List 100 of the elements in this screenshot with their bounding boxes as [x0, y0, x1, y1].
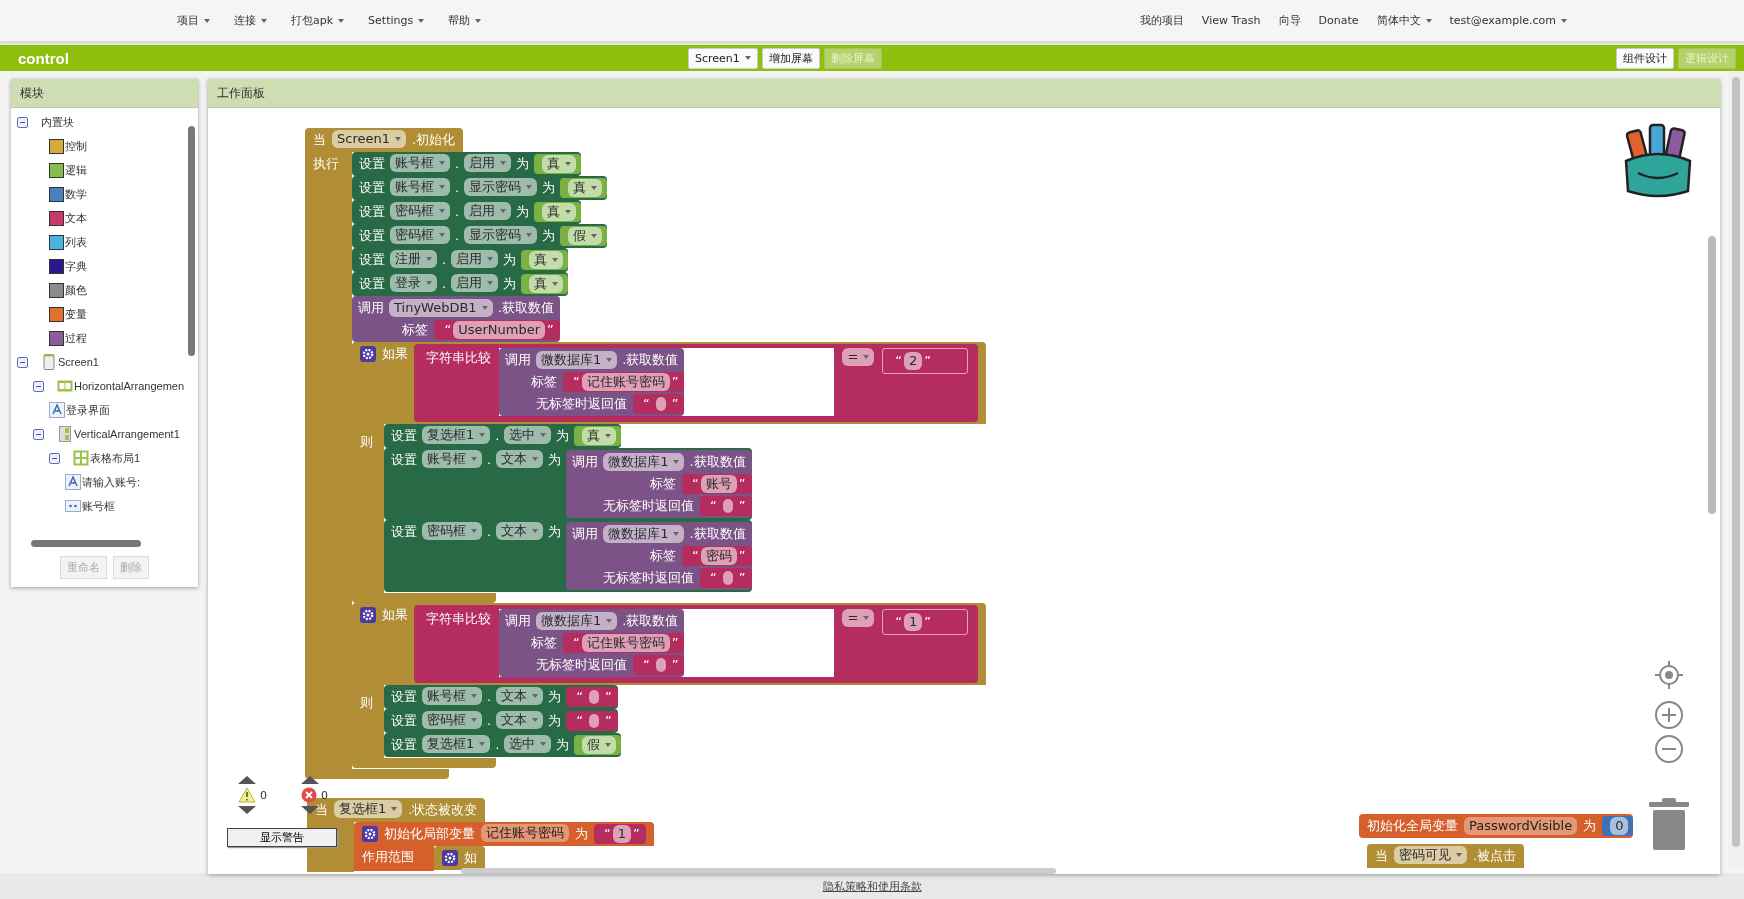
block-label: 为: [503, 275, 517, 293]
value-dropdown[interactable]: 假: [582, 736, 617, 754]
value-dropdown[interactable]: 真: [582, 427, 617, 445]
component-dropdown[interactable]: 微数据库1: [603, 453, 685, 471]
property-dropdown[interactable]: 文本: [496, 687, 544, 705]
block-label: 标签: [650, 475, 677, 493]
tree-item[interactable]: 控制: [65, 138, 87, 154]
text-field[interactable]: 1: [612, 825, 632, 843]
menu-item[interactable]: 打包apk: [284, 9, 352, 32]
tree-item[interactable]: HorizontalArrangemen: [74, 380, 185, 392]
tree-item[interactable]: 请输入账号:: [82, 474, 141, 490]
tree-item[interactable]: 变量: [65, 306, 87, 322]
menu-item[interactable]: 项目: [170, 9, 217, 32]
block-label: 设置: [359, 275, 385, 293]
block-label: 为: [575, 825, 588, 843]
menu-item[interactable]: Settings: [361, 9, 432, 32]
block-label: 设置: [359, 227, 385, 245]
tree-item[interactable]: 数学: [65, 186, 87, 202]
property-dropdown[interactable]: 选中: [504, 735, 552, 753]
component-dropdown[interactable]: 微数据库1: [603, 525, 685, 543]
component-dropdown[interactable]: 账号框: [422, 687, 482, 705]
tree-item[interactable]: 内置块: [41, 114, 74, 130]
component-dropdown[interactable]: 微数据库1: [536, 351, 618, 369]
property-dropdown[interactable]: 启用: [464, 202, 512, 220]
quote-mark: ”: [738, 569, 746, 587]
component-dropdown[interactable]: 复选框1: [422, 426, 491, 444]
tree-item[interactable]: 账号框: [82, 498, 115, 514]
tree-item[interactable]: 颜色: [65, 282, 87, 298]
block-label: 为: [548, 688, 562, 706]
text-field[interactable]: 记住账号密码: [581, 634, 670, 652]
component-dropdown[interactable]: 注册: [390, 250, 437, 268]
text-field[interactable]: 2: [904, 352, 923, 370]
menu-item[interactable]: 连接: [227, 9, 274, 32]
number-field[interactable]: 0: [1610, 817, 1629, 835]
property-dropdown[interactable]: 显示密码: [464, 178, 538, 196]
component-dropdown[interactable]: 复选框1: [422, 735, 491, 753]
operator-dropdown[interactable]: =: [842, 609, 875, 627]
screen-dropdown[interactable]: Screen1: [688, 47, 758, 69]
component-dropdown[interactable]: 账号框: [422, 450, 482, 468]
menu-item[interactable]: 我的项目: [1132, 9, 1191, 32]
value-dropdown[interactable]: 真: [542, 155, 577, 173]
property-dropdown[interactable]: 文本: [496, 522, 544, 540]
quote-mark: “: [642, 656, 650, 674]
tree-item[interactable]: 逻辑: [65, 162, 87, 178]
block-label: 为: [556, 427, 570, 445]
component-dropdown[interactable]: 微数据库1: [536, 612, 618, 630]
privacy-link[interactable]: 隐私策略和使用条款: [822, 878, 922, 894]
menu-item[interactable]: View Trash: [1194, 9, 1268, 32]
component-dropdown[interactable]: 密码可见: [1394, 846, 1467, 864]
text-field[interactable]: 密码: [700, 547, 737, 565]
component-dropdown[interactable]: 复选框1: [334, 800, 403, 818]
menu-item[interactable]: 简体中文: [1369, 9, 1439, 32]
component-dropdown[interactable]: Screen1: [332, 130, 406, 148]
block-label: 为: [556, 736, 570, 754]
show-warnings-button[interactable]: 显示警告: [227, 828, 337, 847]
component-dropdown[interactable]: 账号框: [390, 154, 450, 172]
component-dropdown[interactable]: TinyWebDB1: [389, 299, 493, 317]
component-dropdown[interactable]: 登录: [390, 274, 437, 292]
value-dropdown[interactable]: 真: [529, 275, 564, 293]
tree-item[interactable]: 过程: [65, 330, 87, 346]
block-label: .获取数值: [689, 525, 746, 543]
property-dropdown[interactable]: 文本: [496, 711, 544, 729]
component-dropdown[interactable]: 密码框: [422, 711, 482, 729]
variable-name-field[interactable]: 记住账号密码: [481, 824, 569, 842]
value-dropdown[interactable]: 真: [568, 179, 603, 197]
property-dropdown[interactable]: 启用: [464, 154, 512, 172]
property-dropdown[interactable]: 显示密码: [464, 226, 538, 244]
toolbar-button[interactable]: 增加屏幕: [761, 47, 820, 69]
tree-item[interactable]: VerticalArrangement1: [74, 428, 180, 440]
text-field[interactable]: UserNumber: [453, 321, 546, 339]
quote-mark: “: [572, 373, 580, 391]
component-dropdown[interactable]: 账号框: [390, 178, 450, 196]
text-field[interactable]: 1: [904, 613, 923, 631]
tree-item[interactable]: 登录界面: [66, 402, 110, 418]
tree-item[interactable]: 表格布局1: [90, 450, 141, 466]
text-field[interactable]: 账号: [700, 475, 737, 493]
property-dropdown[interactable]: 选中: [504, 426, 552, 444]
menu-item[interactable]: test@example.com: [1442, 9, 1574, 32]
component-dropdown[interactable]: 密码框: [390, 226, 450, 244]
warning-count: 0: [260, 788, 267, 802]
tree-item[interactable]: Screen1: [58, 356, 99, 368]
tree-item[interactable]: 文本: [65, 210, 87, 226]
tree-item[interactable]: 列表: [65, 234, 87, 250]
value-dropdown[interactable]: 假: [568, 227, 603, 245]
property-dropdown[interactable]: 文本: [496, 450, 544, 468]
property-dropdown[interactable]: 启用: [451, 250, 499, 268]
value-dropdown[interactable]: 真: [529, 251, 564, 269]
block-label: .初始化: [411, 131, 456, 149]
variable-name-field[interactable]: PasswordVisible: [1464, 817, 1578, 835]
component-dropdown[interactable]: 密码框: [422, 522, 482, 540]
menu-item[interactable]: 帮助: [441, 9, 489, 32]
text-field[interactable]: 记住账号密码: [581, 373, 670, 391]
component-dropdown[interactable]: 密码框: [390, 202, 450, 220]
operator-dropdown[interactable]: =: [842, 348, 875, 366]
tree-item[interactable]: 字典: [65, 258, 87, 274]
menu-item[interactable]: 向导: [1271, 9, 1308, 32]
view-tab[interactable]: 组件设计: [1616, 47, 1674, 69]
value-dropdown[interactable]: 真: [542, 203, 577, 221]
menu-item[interactable]: Donate: [1311, 9, 1366, 32]
property-dropdown[interactable]: 启用: [451, 274, 499, 292]
